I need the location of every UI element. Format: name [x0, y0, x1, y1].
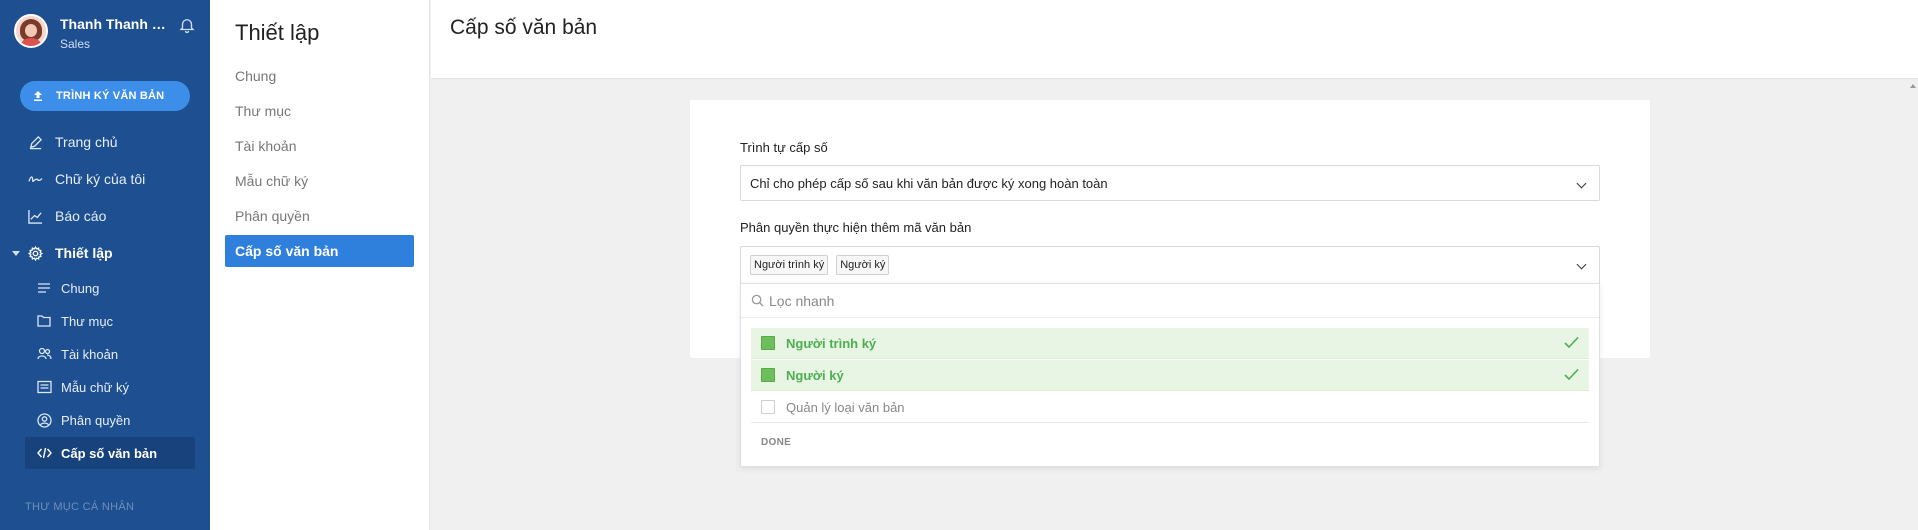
- settings-item-folder[interactable]: Thư mục: [225, 95, 414, 127]
- sub-document-numbering-label: Cấp số văn bản: [61, 445, 158, 461]
- code-icon: [37, 447, 52, 459]
- sub-permissions-label: Phân quyền: [61, 412, 131, 428]
- user-role: Sales: [60, 37, 91, 51]
- settings-item-accounts[interactable]: Tài khoản: [225, 130, 414, 162]
- sub-document-numbering[interactable]: Cấp số văn bản: [25, 437, 195, 469]
- nav-reports[interactable]: Báo cáo: [0, 201, 210, 231]
- sequence-value: Chỉ cho phép cấp số sau khi văn bản được…: [750, 175, 1108, 191]
- nav-settings[interactable]: Thiết lập: [0, 238, 210, 268]
- page-title: Cấp số văn bản: [450, 16, 598, 39]
- check-icon: [1564, 336, 1579, 349]
- sign-document-label: TRÌNH KÝ VĂN BẢN: [56, 90, 165, 102]
- checkbox-checked[interactable]: [761, 336, 775, 350]
- sidebar: Thanh Thanh Hoang Sales TRÌNH KÝ VĂN BẢN…: [0, 0, 210, 530]
- settings-item-document-numbering[interactable]: Cấp số văn bản: [225, 235, 414, 267]
- checkbox-checked[interactable]: [761, 368, 775, 382]
- quick-filter-input[interactable]: [769, 290, 1569, 312]
- nav-my-signature[interactable]: Chữ ký của tôi: [0, 164, 210, 194]
- settings-title: Thiết lập: [235, 20, 320, 45]
- option-doc-type-manager-label: Quản lý loại văn bản: [786, 399, 905, 415]
- pen-icon: [29, 135, 43, 149]
- sub-signature-template-label: Mẫu chữ ký: [61, 379, 129, 395]
- sequence-select[interactable]: Chỉ cho phép cấp số sau khi văn bản được…: [740, 165, 1600, 201]
- option-signer-label: Người ký: [786, 367, 844, 383]
- option-submitter-label: Người trình ký: [786, 335, 877, 351]
- sub-signature-template[interactable]: Mẫu chữ ký: [25, 371, 195, 403]
- user-profile[interactable]: Thanh Thanh Hoang Sales: [14, 14, 198, 54]
- sub-accounts[interactable]: Tài khoản: [25, 338, 195, 370]
- settings-item-permissions[interactable]: Phân quyền: [225, 200, 414, 232]
- chevron-down-icon: [1576, 178, 1587, 189]
- sub-permissions[interactable]: Phân quyền: [25, 404, 195, 436]
- caret-down-icon: [12, 250, 20, 256]
- option-submitter[interactable]: Người trình ký: [751, 328, 1589, 359]
- chart-icon: [28, 209, 43, 224]
- users-icon: [37, 347, 52, 360]
- tag-submitter[interactable]: Người trình ký: [750, 255, 829, 275]
- permission-multiselect[interactable]: Người trình ký Người ký: [740, 246, 1600, 284]
- nav-home-label: Trang chủ: [55, 134, 118, 150]
- scroll-up-arrow[interactable]: [1910, 84, 1916, 88]
- permission-label: Phân quyền thực hiện thêm mã văn bản: [740, 220, 972, 235]
- upload-icon: [34, 91, 42, 101]
- checkbox-unchecked[interactable]: [761, 400, 775, 414]
- user-circle-icon: [37, 412, 52, 428]
- settings-item-signature-template[interactable]: Mẫu chữ ký: [225, 165, 414, 197]
- option-doc-type-manager[interactable]: Quản lý loại văn bản: [751, 392, 1589, 423]
- done-button[interactable]: DONE: [761, 437, 791, 448]
- folder-icon: [37, 315, 51, 327]
- quick-filter: [741, 284, 1599, 318]
- user-name: Thanh Thanh Hoang: [60, 16, 170, 32]
- sub-general[interactable]: Chung: [25, 272, 195, 304]
- bell-icon[interactable]: [178, 16, 196, 34]
- option-signer[interactable]: Người ký: [751, 360, 1589, 391]
- gear-icon: [28, 245, 43, 261]
- settings-item-general[interactable]: Chung: [225, 60, 414, 92]
- chevron-down-icon: [1576, 259, 1587, 270]
- sub-accounts-label: Tài khoản: [61, 346, 119, 362]
- check-icon: [1564, 368, 1579, 381]
- template-icon: [37, 380, 52, 394]
- nav-reports-label: Báo cáo: [55, 208, 107, 224]
- main-header: Cấp số văn bản: [431, 0, 1918, 79]
- nav-my-signature-label: Chữ ký của tôi: [55, 171, 146, 187]
- sub-folder-label: Thư mục: [61, 313, 114, 329]
- avatar[interactable]: [14, 14, 48, 48]
- search-icon: [751, 294, 764, 307]
- signature-icon: [28, 175, 43, 182]
- sub-general-label: Chung: [61, 280, 100, 296]
- personal-folder-section: THƯ MỤC CÁ NHÂN: [25, 501, 135, 513]
- sub-folder[interactable]: Thư mục: [25, 305, 195, 337]
- list-icon: [38, 283, 50, 293]
- permission-dropdown: Người trình ký Người ký Quản lý loại văn…: [740, 283, 1600, 467]
- sequence-label: Trình tự cấp số: [740, 140, 828, 155]
- settings-panel: Thiết lập Chung Thư mục Tài khoản Mẫu ch…: [210, 0, 430, 530]
- sign-document-button[interactable]: TRÌNH KÝ VĂN BẢN: [20, 81, 190, 111]
- tag-signer[interactable]: Người ký: [836, 255, 890, 275]
- nav-home[interactable]: Trang chủ: [0, 127, 210, 157]
- nav-settings-label: Thiết lập: [55, 245, 113, 261]
